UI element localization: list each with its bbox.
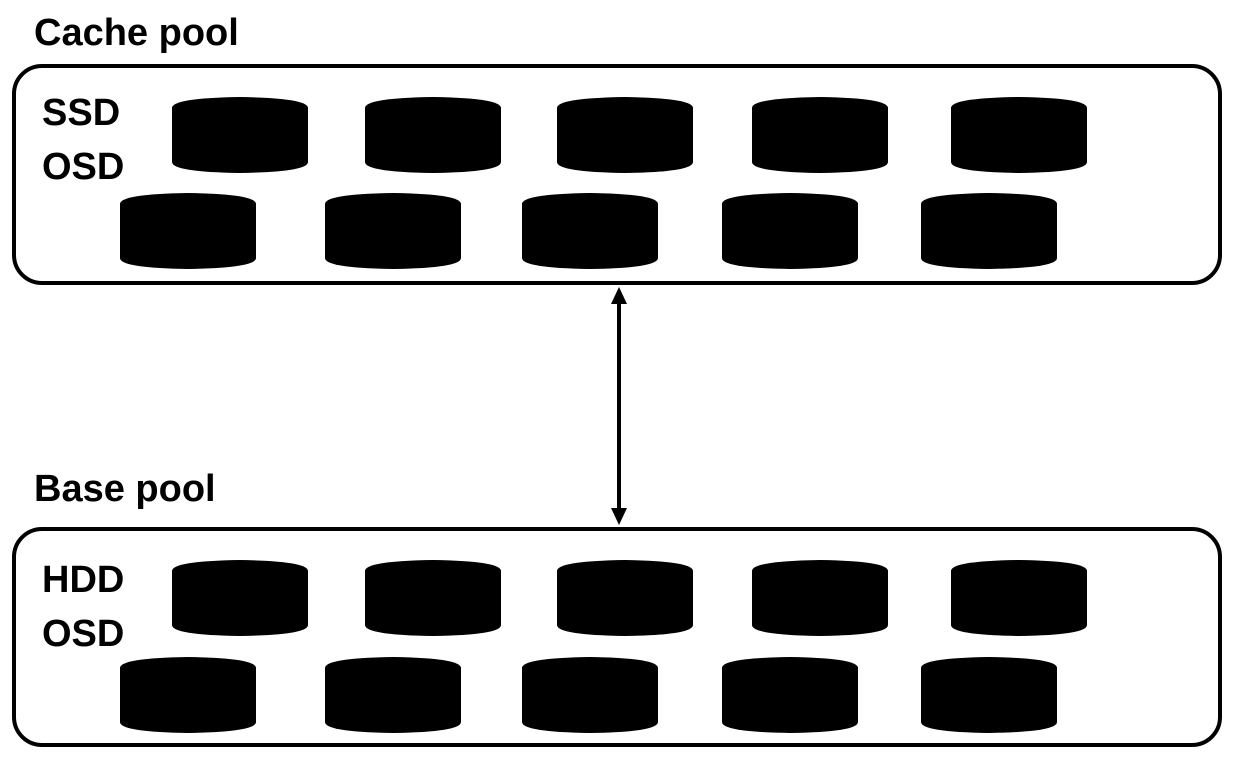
base-pool-type-label-line1: HDD	[42, 559, 125, 601]
cylinder-disk-icon	[557, 94, 693, 176]
cache-pool-type-label-line2: OSD	[42, 146, 125, 188]
cylinder-disk-icon	[722, 190, 858, 272]
cylinder-disk-icon	[365, 94, 501, 176]
cylinder-disk-icon	[557, 557, 693, 639]
cylinder-disk-icon	[522, 190, 658, 272]
cylinder-disk-icon	[522, 654, 658, 736]
cylinder-disk-icon	[951, 557, 1087, 639]
base-pool-type-label-line2: OSD	[42, 613, 125, 655]
cylinder-disk-icon	[365, 557, 501, 639]
cylinder-disk-icon	[722, 654, 858, 736]
cylinder-disk-icon	[951, 94, 1087, 176]
cylinder-disk-icon	[921, 654, 1057, 736]
cylinder-disk-icon	[120, 654, 256, 736]
cylinder-disk-icon	[752, 94, 888, 176]
cylinder-disk-icon	[921, 190, 1057, 272]
bidirectional-arrow-icon	[606, 284, 632, 528]
cache-pool-type-label-line1: SSD	[42, 92, 121, 134]
cylinder-disk-icon	[325, 654, 461, 736]
cylinder-disk-icon	[172, 557, 308, 639]
cylinder-disk-icon	[752, 557, 888, 639]
cylinder-disk-icon	[325, 190, 461, 272]
cylinder-disk-icon	[120, 190, 256, 272]
base-pool-title: Base pool	[34, 468, 216, 510]
cache-pool-title: Cache pool	[34, 12, 239, 54]
cylinder-disk-icon	[172, 94, 308, 176]
